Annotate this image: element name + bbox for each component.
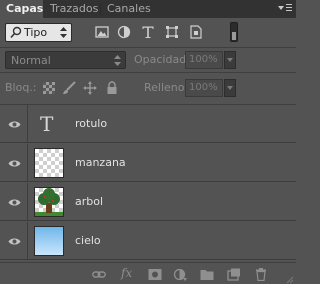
opacity-label: Opacidad: — [134, 53, 190, 66]
layers-list: T rotulo manzana arbol cielo — [0, 105, 296, 260]
lock-label: Bloq.: — [5, 81, 37, 94]
visibility-toggle[interactable] — [0, 183, 28, 220]
fill-field[interactable]: 100% — [185, 79, 223, 97]
trash-icon[interactable] — [254, 268, 268, 282]
visibility-toggle[interactable] — [0, 105, 28, 142]
search-icon — [10, 26, 22, 39]
layers-panel: Capas Trazados Canales Tipo Normal Opaci… — [0, 0, 296, 284]
layer-row-arbol[interactable]: arbol — [0, 183, 296, 221]
filter-kind-select[interactable]: Tipo — [5, 23, 72, 42]
text-layer-icon: T — [40, 112, 54, 136]
chevron-up-down-icon — [114, 54, 121, 67]
visibility-toggle[interactable] — [0, 222, 28, 259]
opacity-field[interactable]: 100% — [185, 51, 223, 69]
tab-canales[interactable]: Canales — [101, 0, 157, 18]
layer-name[interactable]: cielo — [75, 234, 101, 248]
layer-thumbnail — [34, 148, 64, 178]
tab-trazados[interactable]: Trazados — [44, 0, 104, 18]
lock-pixels-brush-icon[interactable] — [62, 81, 76, 95]
link-icon[interactable] — [92, 268, 106, 281]
fill-dropdown-button[interactable] — [224, 79, 236, 97]
type-filter-icon[interactable] — [141, 25, 155, 39]
blend-mode-value: Normal — [11, 54, 51, 67]
layer-thumbnail — [34, 226, 64, 256]
smart-object-filter-icon[interactable] — [189, 25, 203, 39]
resize-grip-icon[interactable] — [286, 274, 294, 284]
blend-mode-select[interactable]: Normal — [5, 51, 126, 69]
adjustment-filter-icon[interactable] — [117, 25, 131, 39]
panel-menu-icon[interactable] — [278, 2, 292, 14]
lock-row: Bloq.: Relleno: 100% — [0, 73, 296, 103]
adjustment-icon[interactable] — [173, 268, 187, 281]
blend-row: Normal Opacidad: 100% — [0, 48, 296, 72]
fill-label: Relleno: — [144, 81, 189, 94]
lock-transparency-icon[interactable] — [42, 81, 56, 95]
layer-name[interactable]: manzana — [75, 156, 126, 170]
folder-icon[interactable] — [200, 268, 214, 281]
layer-thumbnail — [34, 187, 64, 217]
tree-thumbnail-icon — [35, 188, 63, 216]
chevron-up-down-icon — [60, 26, 67, 39]
eye-icon — [8, 197, 21, 206]
layer-name[interactable]: arbol — [75, 195, 103, 209]
eye-icon — [8, 158, 21, 167]
lock-all-icon[interactable] — [105, 81, 119, 95]
layer-row-manzana[interactable]: manzana — [0, 144, 296, 182]
filter-toggle-switch[interactable] — [230, 22, 238, 42]
layer-name[interactable]: rotulo — [75, 117, 107, 131]
shape-filter-icon[interactable] — [165, 25, 179, 39]
layer-row-rotulo[interactable]: T rotulo — [0, 105, 296, 143]
opacity-dropdown-button[interactable] — [224, 51, 236, 69]
fx-icon[interactable]: fx — [121, 266, 132, 280]
panel-tab-bar: Capas Trazados Canales — [0, 0, 296, 18]
layer-row-cielo[interactable]: cielo — [0, 222, 296, 260]
visibility-toggle[interactable] — [0, 144, 28, 181]
filter-kind-label: Tipo — [24, 26, 48, 39]
image-filter-icon[interactable] — [95, 25, 109, 39]
tab-capas[interactable]: Capas — [0, 0, 43, 18]
eye-icon — [8, 119, 21, 128]
new-layer-icon[interactable] — [227, 268, 241, 281]
layers-bottom-toolbar: fx — [0, 262, 296, 284]
lock-position-move-icon[interactable] — [83, 81, 97, 95]
filter-row: Tipo — [0, 19, 296, 47]
mask-icon[interactable] — [148, 268, 162, 281]
eye-icon — [8, 236, 21, 245]
